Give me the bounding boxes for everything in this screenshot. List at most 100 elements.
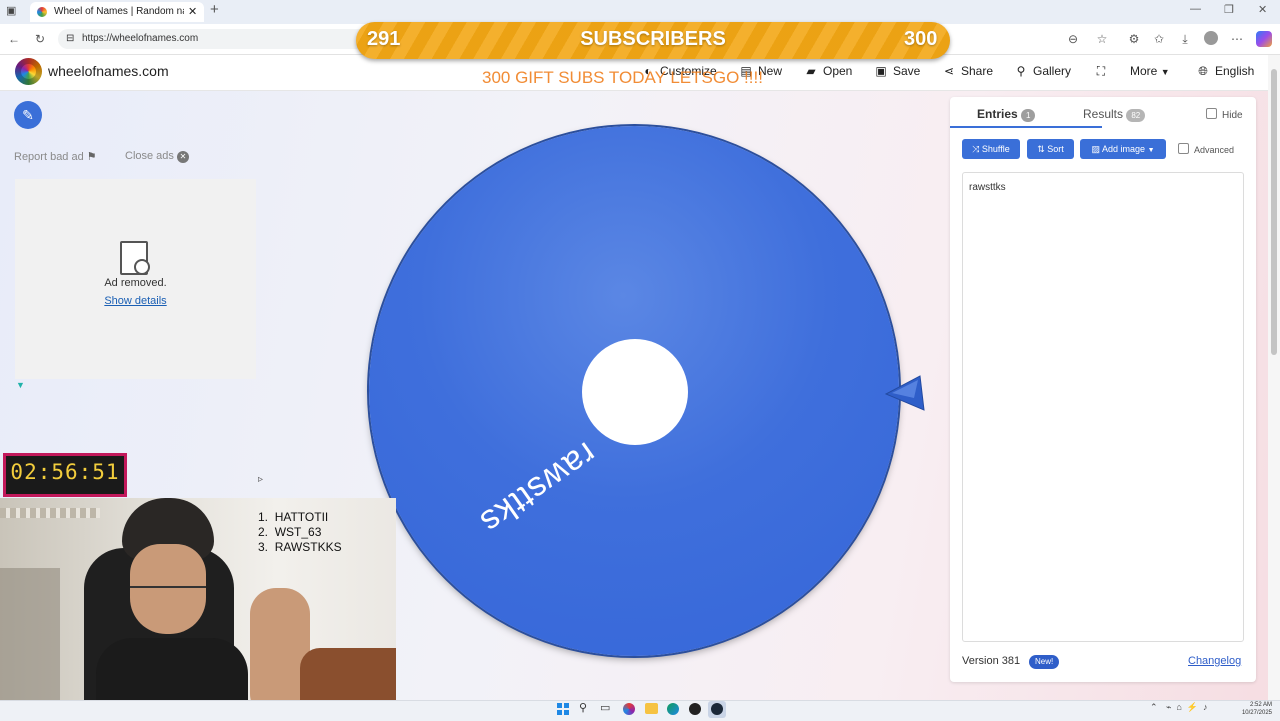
- flag-icon: ⚑: [86, 151, 97, 163]
- changelog-link[interactable]: Changelog: [1188, 655, 1241, 667]
- downloads-icon[interactable]: ⤓: [1176, 29, 1194, 49]
- nav-gallery[interactable]: ⚲ Gallery: [1013, 63, 1071, 79]
- entry-line: rawsttks: [969, 182, 1006, 193]
- active-app-highlight[interactable]: [708, 701, 726, 718]
- taskbar-app-icon[interactable]: [623, 703, 635, 715]
- page-scrollbar[interactable]: [1268, 55, 1280, 700]
- save-icon: ▣: [875, 64, 887, 78]
- tray-icons[interactable]: ⌁⌂⚡♪: [1166, 702, 1213, 713]
- start-menu-icon[interactable]: [557, 703, 569, 715]
- close-ads-link[interactable]: Close ads ✕: [125, 150, 189, 163]
- obs-icon[interactable]: [689, 703, 701, 715]
- site-info-icon[interactable]: ⊟: [66, 29, 74, 49]
- taskbar-search-icon[interactable]: ⚲: [579, 701, 587, 714]
- favorites-icon[interactable]: ✩: [1150, 29, 1168, 49]
- globe-icon: 🌐︎: [1198, 64, 1208, 78]
- browser-tab[interactable]: Wheel of Names | Random name ✕: [30, 2, 204, 22]
- report-bad-ad-label: Report bad ad: [14, 151, 84, 163]
- site-logo-icon[interactable]: [15, 58, 42, 85]
- tray-clock[interactable]: 2:52 AM 10/27/2025: [1228, 701, 1272, 717]
- minimize-icon[interactable]: —: [1190, 3, 1201, 15]
- hide-toggle[interactable]: Hide: [1206, 108, 1243, 121]
- webcam-feed: 1. HATTOTII 2. WST_63 3. RAWSTKKS: [0, 498, 396, 720]
- reader-icon[interactable]: ⊖: [1064, 29, 1082, 49]
- search-icon: ⚲: [1016, 64, 1026, 78]
- edge-browser-icon[interactable]: [667, 703, 679, 715]
- tray-chevron-icon[interactable]: ⌃: [1150, 702, 1158, 713]
- new-tab-button[interactable]: +: [210, 1, 219, 18]
- reload-icon[interactable]: ↻: [31, 29, 49, 49]
- sort-label: Sort: [1047, 144, 1064, 154]
- subscriber-goal-bar: 291 SUBSCRIBERS 300: [356, 22, 950, 59]
- copilot-icon[interactable]: [1256, 31, 1272, 47]
- maximize-icon[interactable]: ❐: [1224, 3, 1234, 16]
- shuffle-button[interactable]: ⤨ Shuffle: [962, 139, 1020, 159]
- nav-language-label: English: [1215, 64, 1255, 78]
- ad-slot: Ad removed. Show details: [15, 179, 256, 379]
- file-explorer-icon[interactable]: [645, 703, 658, 714]
- site-logo-text[interactable]: wheelofnames.com: [48, 63, 169, 79]
- shuffle-label: Shuffle: [981, 144, 1010, 154]
- window-close-icon[interactable]: ✕: [1258, 3, 1267, 16]
- image-icon: ▨: [1091, 144, 1100, 154]
- nav-more-label: More: [1130, 64, 1158, 78]
- add-image-button[interactable]: ▨ Add image ▼: [1080, 139, 1166, 159]
- url-text: https://wheelofnames.com: [82, 33, 199, 44]
- nav-share-label: Share: [961, 64, 994, 78]
- hide-checkbox[interactable]: [1206, 108, 1217, 119]
- close-ads-label: Close ads: [125, 150, 174, 162]
- advanced-toggle[interactable]: Advanced: [1178, 143, 1234, 155]
- tab-close-icon[interactable]: ✕: [188, 2, 197, 22]
- share-icon: ⋖: [943, 64, 955, 78]
- nav-more[interactable]: More ▼: [1130, 63, 1170, 80]
- window-menu-icon[interactable]: ▣: [6, 4, 16, 17]
- nav-open-label: Open: [823, 64, 853, 78]
- back-icon[interactable]: ←: [5, 29, 23, 49]
- entries-textarea[interactable]: rawsttks: [962, 172, 1244, 642]
- tab-title: Wheel of Names | Random name: [54, 6, 184, 17]
- sort-icon: ⇅: [1037, 144, 1045, 154]
- subs-goal: 300: [904, 28, 938, 50]
- edit-pencil-icon[interactable]: ✎: [14, 101, 42, 129]
- winner-name: WST_63: [274, 525, 322, 539]
- site-favicon-icon: [37, 7, 47, 17]
- nav-share[interactable]: ⋖ Share: [941, 63, 993, 79]
- sort-button[interactable]: ⇅ Sort: [1027, 139, 1074, 159]
- task-view-icon[interactable]: ▭: [600, 701, 610, 714]
- fullscreen-icon: ⛶: [1096, 64, 1106, 78]
- winner-item: 1. HATTOTII: [258, 510, 329, 524]
- ad-blocked-badge-icon: [134, 259, 150, 275]
- ad-removed-text: Ad removed.: [104, 277, 167, 289]
- profile-avatar[interactable]: [1204, 31, 1218, 45]
- nav-open[interactable]: ▰ Open: [803, 63, 852, 79]
- subs-label: SUBSCRIBERS: [580, 28, 726, 50]
- favorite-star-icon[interactable]: ☆: [1093, 29, 1111, 49]
- tray-date: 10/27/2025: [1241, 710, 1272, 716]
- report-bad-ad-link[interactable]: Report bad ad ⚑: [14, 150, 97, 163]
- wheel-pointer-icon: [884, 375, 925, 411]
- browser-menu-icon[interactable]: ⋯: [1228, 29, 1246, 49]
- fullscreen-button[interactable]: ⛶: [1093, 63, 1113, 79]
- winner-item: 2. WST_63: [258, 525, 322, 539]
- nav-save-label: Save: [893, 64, 921, 78]
- tab-results[interactable]: Results 82: [1083, 107, 1146, 122]
- add-image-label: Add image: [1102, 144, 1146, 154]
- webcam-shelf: [0, 508, 100, 518]
- nav-save[interactable]: ▣ Save: [873, 63, 920, 79]
- ad-provider-icon: ▼: [16, 380, 25, 390]
- winner-name: HATTOTII: [274, 510, 329, 524]
- os-taskbar: [0, 700, 1280, 721]
- tab-entries[interactable]: Entries 1: [977, 107, 1036, 122]
- close-circle-icon: ✕: [176, 151, 189, 163]
- advanced-checkbox[interactable]: [1178, 143, 1189, 154]
- show-details-link[interactable]: Show details: [15, 295, 256, 307]
- steam-icon: [711, 703, 723, 715]
- version-text: Version 381: [962, 655, 1021, 667]
- nav-language[interactable]: 🌐︎ English: [1195, 63, 1254, 79]
- extensions-icon[interactable]: ⚙: [1125, 29, 1143, 49]
- caret-down-icon: ▼: [1160, 67, 1170, 77]
- folder-open-icon: ▰: [806, 64, 816, 78]
- ad-removed-icon: [120, 241, 150, 275]
- scrollbar-thumb[interactable]: [1271, 69, 1277, 355]
- winner-name: RAWSTKKS: [274, 540, 342, 554]
